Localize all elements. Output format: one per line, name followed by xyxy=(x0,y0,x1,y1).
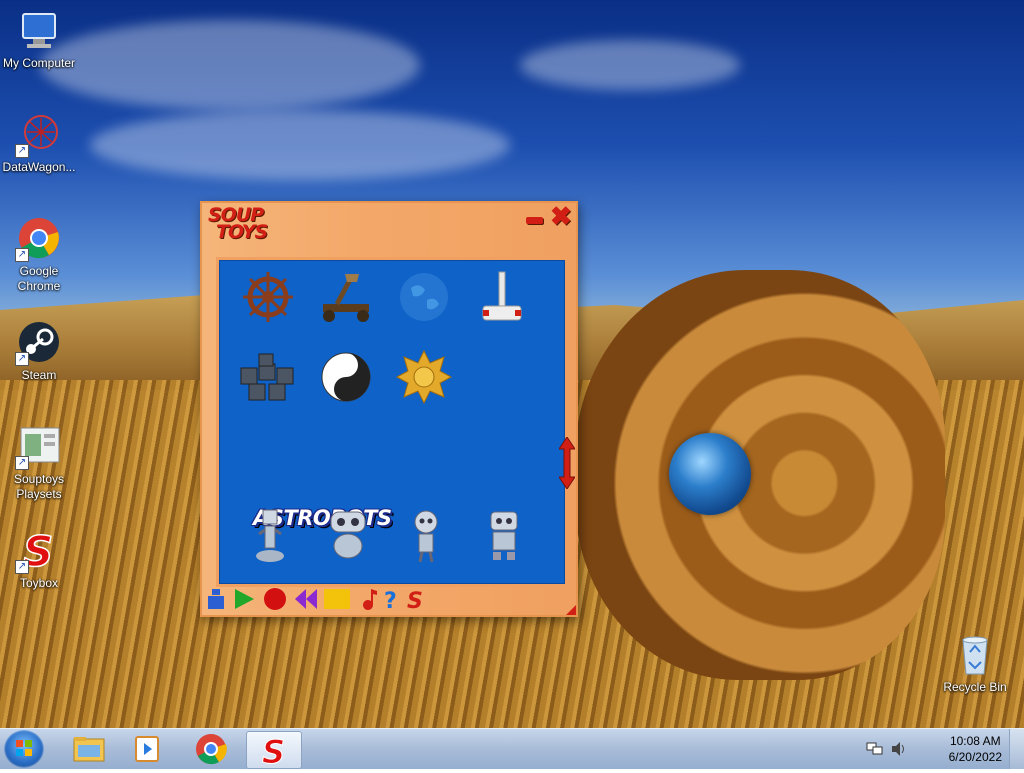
computer-icon xyxy=(17,8,61,52)
clock[interactable]: 10:08 AM 6/20/2022 xyxy=(949,733,1002,765)
desktop: My Computer ↗ DataWagon... ↗ Google Chro… xyxy=(0,0,1024,728)
system-tray: 10:08 AM 6/20/2022 xyxy=(858,729,1024,769)
start-button[interactable] xyxy=(4,730,44,768)
desktop-icon-toybox[interactable]: S ↗ Toybox xyxy=(0,526,78,591)
desktop-icon-label: Toybox xyxy=(19,576,59,590)
desktop-icon-label: DataWagon... xyxy=(2,160,76,174)
chrome-icon: ↗ xyxy=(15,216,61,262)
resize-grip-icon[interactable] xyxy=(566,605,576,615)
souptoys-window[interactable]: SOUP TOYS ✖ ASTROBOTS ? S xyxy=(200,201,578,617)
mallet-icon[interactable] xyxy=(473,268,531,326)
desktop-icon-label: Souptoys Playsets xyxy=(13,472,65,501)
music-icon[interactable] xyxy=(357,587,381,611)
shortcut-arrow-icon: ↗ xyxy=(15,248,29,262)
media-player-icon xyxy=(135,736,159,762)
desktop-icon-label: My Computer xyxy=(2,56,76,70)
souptoys-toolbar: ? S xyxy=(206,587,546,614)
cloud xyxy=(40,20,420,110)
svg-text:?: ? xyxy=(384,589,397,611)
soup-s-icon[interactable]: S xyxy=(404,587,428,614)
shortcut-arrow-icon: ↗ xyxy=(15,144,29,158)
desktop-icon-label: Recycle Bin xyxy=(943,680,1007,694)
desktop-icon-my-computer[interactable]: My Computer xyxy=(0,8,78,71)
ship-wheel-icon[interactable] xyxy=(239,268,297,326)
shortcut-arrow-icon: ↗ xyxy=(15,352,29,366)
stop-icon[interactable] xyxy=(324,587,350,611)
windows-logo-icon xyxy=(16,740,32,756)
astrobot-2-icon[interactable] xyxy=(319,508,377,566)
network-icon[interactable] xyxy=(866,741,884,762)
clock-time: 10:08 AM xyxy=(949,734,1001,748)
taskbar-chrome[interactable] xyxy=(184,731,238,767)
desktop-icon-google-chrome[interactable]: ↗ Google Chrome xyxy=(0,216,78,294)
taskbar-media-player[interactable] xyxy=(120,731,174,767)
explorer-icon xyxy=(73,737,105,762)
taskbar-explorer[interactable] xyxy=(62,731,116,767)
chrome-icon xyxy=(196,734,227,765)
robot-tool-icon[interactable] xyxy=(206,587,230,611)
taskbar: S 10:08 AM 6/20/2022 xyxy=(0,728,1024,772)
astrobot-1-icon[interactable] xyxy=(241,508,299,566)
play-icon[interactable] xyxy=(232,587,256,611)
shortcut-arrow-icon: ↗ xyxy=(15,456,29,470)
catapult-icon[interactable] xyxy=(317,268,375,326)
svg-text:S: S xyxy=(262,733,285,766)
globe-icon[interactable] xyxy=(395,268,453,326)
clock-date: 6/20/2022 xyxy=(948,750,1002,764)
shortcut-arrow-icon: ↗ xyxy=(15,560,29,574)
gold-gear-icon[interactable] xyxy=(395,348,453,406)
svg-text:S: S xyxy=(407,589,423,611)
desktop-icon-steam[interactable]: ↗ Steam xyxy=(0,320,78,383)
cloud xyxy=(520,40,740,90)
help-icon[interactable]: ? xyxy=(380,587,404,614)
cloud xyxy=(90,110,510,180)
astrobot-3-icon[interactable] xyxy=(397,508,455,566)
desktop-icon-datawagon[interactable]: ↗ DataWagon... xyxy=(0,112,78,175)
close-button[interactable]: ✖ xyxy=(550,203,572,229)
desktop-icon-recycle-bin[interactable]: Recycle Bin xyxy=(936,632,1014,695)
minimize-button[interactable] xyxy=(526,217,543,224)
yin-yang-icon[interactable] xyxy=(317,348,375,406)
record-icon[interactable] xyxy=(263,587,287,611)
datawagon-icon: ↗ xyxy=(15,112,61,158)
playsets-icon: ↗ xyxy=(15,424,61,470)
floating-globe-toy[interactable] xyxy=(669,433,751,515)
logo-line-2: TOYS xyxy=(216,221,268,243)
souptoys-logo: SOUP TOYS xyxy=(208,206,268,243)
rewind-icon[interactable] xyxy=(294,587,318,611)
steam-icon: ↗ xyxy=(15,320,61,366)
show-desktop-button[interactable] xyxy=(1009,729,1024,769)
desktop-icon-label: Steam xyxy=(21,368,57,382)
recycle-bin-icon xyxy=(953,632,997,676)
scroll-resize-arrow-icon[interactable] xyxy=(558,436,576,490)
buckets-icon[interactable] xyxy=(237,348,295,406)
astrobot-4-icon[interactable] xyxy=(475,508,533,566)
hay-bale xyxy=(575,270,945,680)
toy-palette-panel: ASTROBOTS xyxy=(216,257,568,587)
desktop-icon-label: Google Chrome xyxy=(17,264,61,293)
volume-icon[interactable] xyxy=(890,741,908,762)
taskbar-souptoys[interactable]: S xyxy=(246,731,302,772)
toybox-icon: S ↗ xyxy=(15,526,61,577)
souptoys-icon: S xyxy=(262,733,286,772)
desktop-icon-souptoys-playsets[interactable]: ↗ Souptoys Playsets xyxy=(0,424,78,502)
